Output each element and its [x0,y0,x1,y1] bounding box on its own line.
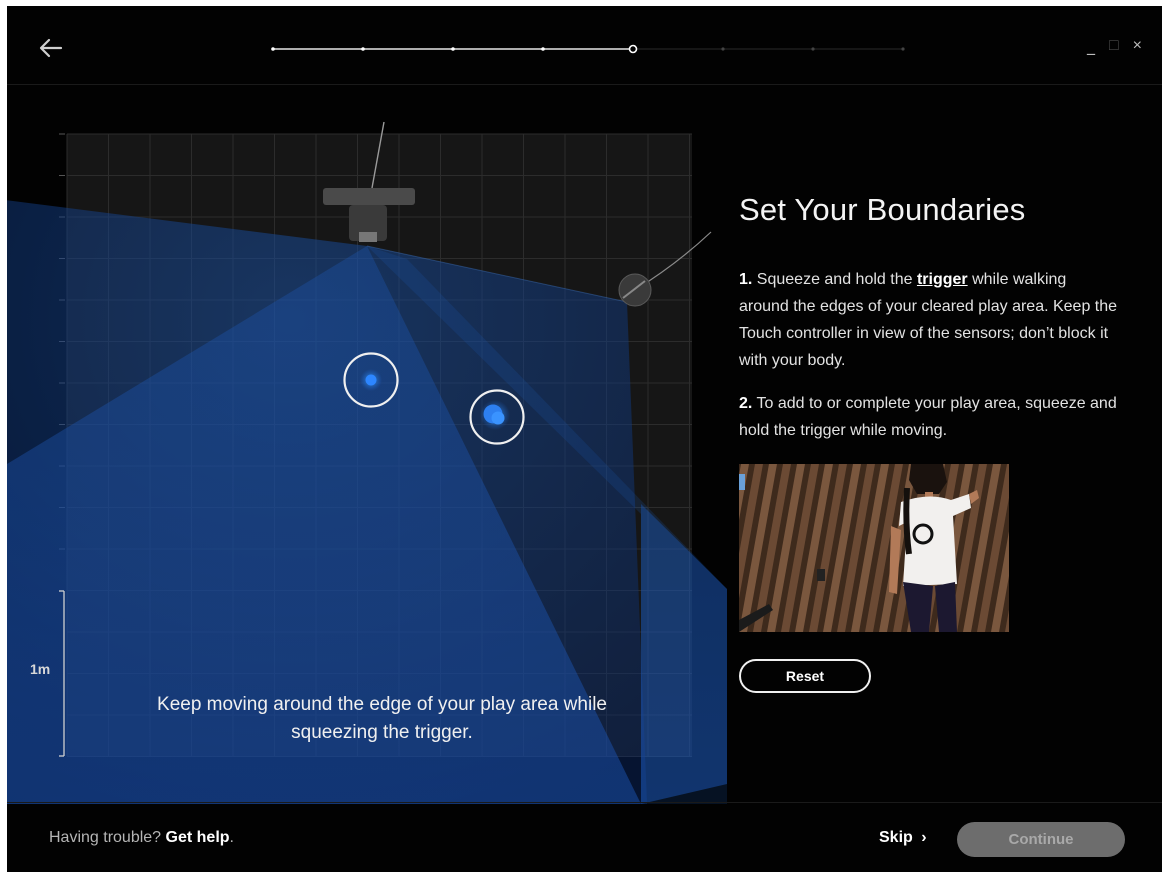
get-help-link[interactable]: Get help [166,829,230,846]
trigger-link[interactable]: trigger [917,271,968,288]
instruction-step-2: 2. To add to or complete your play area,… [739,390,1119,444]
instruction-step-1: 1. Squeeze and hold the trigger while wa… [739,266,1119,374]
maximize-button[interactable]: □ [1109,38,1119,54]
instructions-panel: Set Your Boundaries 1. Squeeze and hold … [739,192,1119,444]
progress-step [721,47,725,51]
skip-button[interactable]: Skip › [879,829,927,847]
help-prefix: Having trouble? [49,829,162,846]
skip-label: Skip [879,829,913,846]
setup-window: _ □ × 1m Keep moving around the edge of … [7,6,1162,872]
minimize-button[interactable]: _ [1087,38,1095,54]
demo-video[interactable] [739,464,1009,632]
progress-step [541,47,545,51]
progress-step [901,47,905,51]
chevron-right-icon: › [921,829,927,846]
top-bar: _ □ × [7,6,1162,85]
visualization-caption: Keep moving around the edge of your play… [157,694,607,743]
footer: Having trouble? Get help. Skip › Continu… [7,802,1162,872]
play-area-visualization: 1m Keep moving around the edge of your p… [7,84,727,804]
progress-step [628,44,638,54]
step-text: To add to or complete your play area, sq… [739,395,1117,439]
step-text: Squeeze and hold the [756,271,913,288]
reset-button[interactable]: Reset [739,659,871,693]
progress-step [811,47,815,51]
close-button[interactable]: × [1133,38,1142,54]
progress-indicator [271,44,905,54]
progress-step [451,47,455,51]
help-suffix: . [229,829,234,846]
step-number: 2. [739,395,753,412]
window-controls: _ □ × [1087,38,1142,54]
demo-video-frame [739,464,1009,632]
scale-label: 1m [30,661,51,677]
continue-button[interactable]: Continue [957,822,1125,857]
progress-step [271,47,275,51]
help-text: Having trouble? Get help. [49,829,234,847]
progress-step [361,47,365,51]
step-number: 1. [739,271,753,288]
page-title: Set Your Boundaries [739,192,1026,227]
